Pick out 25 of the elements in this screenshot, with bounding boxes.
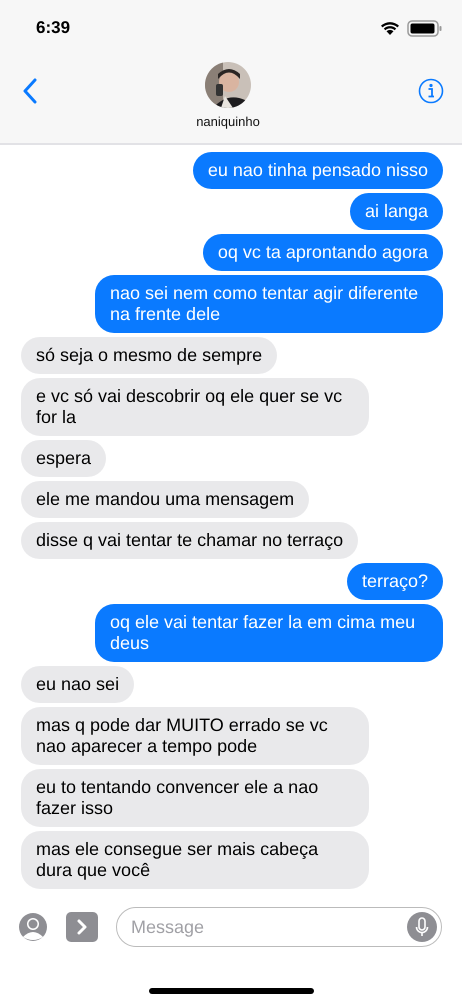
message-bubble: mas q pode dar MUITO errado se vc nao aparecer a tempo pode [21, 707, 369, 765]
message-field[interactable]: Message [116, 907, 442, 947]
message-bubble: só seja o mesmo de sempre [21, 337, 278, 374]
message-bubble: disse q vai tentar te chamar no terraço [21, 522, 358, 559]
contact-name[interactable]: naniquinho [196, 114, 260, 129]
status-time: 6:39 [36, 18, 70, 38]
microphone-icon[interactable] [407, 912, 437, 942]
message-bubble: nao sei nem como tentar agir diferente na frente dele [95, 275, 443, 333]
back-chevron-icon[interactable] [22, 78, 38, 104]
info-icon[interactable] [418, 78, 444, 104]
apps-button-icon[interactable] [66, 912, 98, 942]
wifi-icon [379, 20, 401, 36]
message-bubble: terraço? [346, 563, 443, 600]
message-bubble: oq ele vai tentar fazer la em cima meu deus [95, 604, 443, 662]
message-bubble: eu to tentando convencer ele a nao fazer isso [21, 769, 369, 827]
message-bubble: eu nao tinha pensado nisso [192, 152, 443, 189]
contact-icon[interactable] [18, 912, 48, 942]
message-bubble: ai langa [350, 193, 443, 230]
message-bubble: ele me mandou uma mensagem [21, 481, 310, 518]
message-bubble: eu nao sei [21, 666, 134, 703]
message-bubble: e vc só vai descobrir oq ele quer se vc for la [21, 378, 369, 436]
battery-icon [407, 20, 442, 36]
message-bubble: espera [21, 440, 106, 477]
message-bubble: mas ele consegue ser mais cabeça dura que você [21, 831, 369, 889]
message-bubble: oq vc ta aprontando agora [202, 234, 443, 271]
